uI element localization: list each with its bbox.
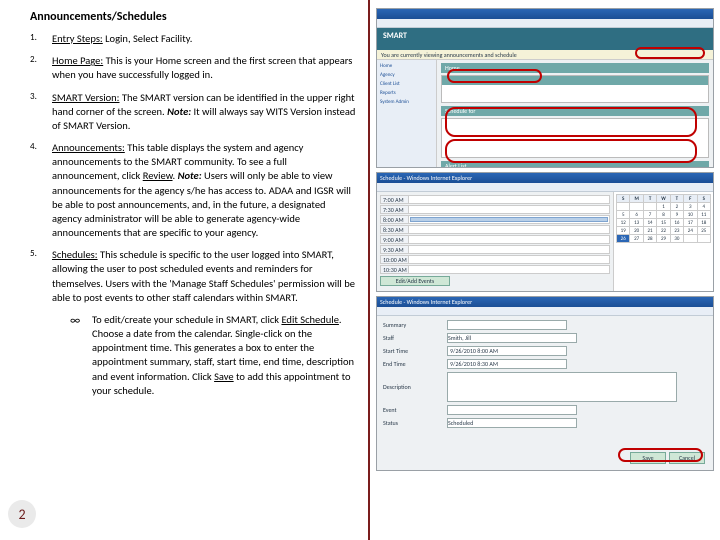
window-titlebar: Schedule - Windows Internet Explorer bbox=[377, 297, 713, 307]
time-slot[interactable]: 8:00 AM bbox=[380, 215, 610, 224]
step-body: Login, Select Facility. bbox=[105, 32, 192, 45]
step-label: Schedules: bbox=[52, 248, 98, 261]
event-label: Event bbox=[383, 406, 443, 414]
screenshot-schedule: Schedule - Windows Internet Explorer 7:0… bbox=[376, 172, 714, 292]
step-body: This schedule is specific to the user lo… bbox=[52, 248, 355, 304]
step-label: Announcements: bbox=[52, 141, 125, 154]
event-select[interactable] bbox=[447, 405, 577, 415]
nav-item[interactable]: Home bbox=[380, 63, 433, 70]
mini-calendar[interactable]: SMTWTFS 1234 567891011 12131415161718 19… bbox=[613, 192, 713, 291]
window-titlebar: Schedule - Windows Internet Explorer bbox=[377, 173, 713, 183]
browser-toolbar bbox=[377, 19, 713, 28]
status-label: Status bbox=[383, 419, 443, 427]
window-toolbar bbox=[377, 307, 713, 316]
note-label: Note: bbox=[167, 105, 191, 118]
review-link: Review bbox=[143, 169, 173, 182]
end-input[interactable]: 9/26/2010 8:30 AM bbox=[447, 359, 567, 369]
time-slot[interactable]: 9:30 AM bbox=[380, 245, 610, 254]
time-slot[interactable]: 9:00 AM bbox=[380, 235, 610, 244]
time-slot[interactable]: 7:30 AM bbox=[380, 205, 610, 214]
time-slots: 7:00 AM 7:30 AM 8:00 AM 8:30 AM 9:00 AM … bbox=[377, 192, 613, 291]
page-title: Announcements/Schedules bbox=[30, 10, 356, 24]
steps-list: Entry Steps: Login, Select Facility. Hom… bbox=[30, 32, 356, 305]
step-label: Entry Steps: bbox=[52, 32, 103, 45]
step-3: SMART Version: The SMART version can be … bbox=[30, 91, 356, 134]
step-label: SMART Version: bbox=[52, 91, 120, 104]
desc-textarea[interactable] bbox=[447, 372, 677, 402]
screenshot-edit-event: Schedule - Windows Internet Explorer Sum… bbox=[376, 296, 714, 471]
staff-select[interactable]: Smith, Jill bbox=[447, 333, 577, 343]
nav-item[interactable]: System Admin bbox=[380, 99, 433, 106]
step-5: Schedules: This schedule is specific to … bbox=[30, 248, 356, 305]
start-input[interactable]: 9/26/2010 8:00 AM bbox=[447, 346, 567, 356]
note-label: Note: bbox=[178, 169, 202, 182]
infinity-icon: ∞ bbox=[70, 313, 92, 398]
page-number-badge: 2 bbox=[8, 500, 36, 528]
edit-events-button[interactable]: Edit/Add Events bbox=[380, 276, 450, 286]
highlight-oval bbox=[635, 47, 705, 59]
summary-input[interactable] bbox=[447, 320, 567, 330]
end-label: End Time bbox=[383, 360, 443, 368]
summary-label: Summary bbox=[383, 321, 443, 329]
edit-schedule-link: Edit Schedule bbox=[281, 313, 338, 326]
desc-label: Description bbox=[383, 383, 443, 391]
save-link: Save bbox=[214, 370, 234, 383]
nav-item[interactable]: Agency bbox=[380, 72, 433, 79]
highlight-oval bbox=[445, 107, 697, 137]
time-slot[interactable]: 10:00 AM bbox=[380, 255, 610, 264]
browser-titlebar bbox=[377, 9, 713, 19]
time-slot[interactable]: 10:30 AM bbox=[380, 265, 610, 274]
step-label: Home Page: bbox=[52, 54, 103, 67]
nav-item[interactable]: Reports bbox=[380, 90, 433, 97]
staff-label: Staff bbox=[383, 334, 443, 342]
nav-item[interactable]: Client List bbox=[380, 81, 433, 88]
highlight-oval bbox=[618, 448, 703, 462]
highlight-oval bbox=[445, 139, 697, 163]
screenshot-home: SMART You are currently viewing announce… bbox=[376, 8, 714, 168]
window-toolbar bbox=[377, 183, 713, 192]
start-label: Start Time bbox=[383, 347, 443, 355]
left-column: Announcements/Schedules Entry Steps: Log… bbox=[0, 0, 370, 540]
sub-step: ∞ To edit/create your schedule in SMART,… bbox=[70, 313, 356, 398]
step-1: Entry Steps: Login, Select Facility. bbox=[30, 32, 356, 46]
side-nav: Home Agency Client List Reports System A… bbox=[377, 60, 437, 167]
status-select[interactable]: Scheduled bbox=[447, 418, 577, 428]
time-slot[interactable]: 7:00 AM bbox=[380, 195, 610, 204]
step-4: Announcements: This table displays the s… bbox=[30, 141, 356, 240]
right-column: SMART You are currently viewing announce… bbox=[370, 0, 720, 540]
highlight-oval bbox=[447, 69, 542, 83]
time-slot[interactable]: 8:30 AM bbox=[380, 225, 610, 234]
step-2: Home Page: This is your Home screen and … bbox=[30, 54, 356, 82]
